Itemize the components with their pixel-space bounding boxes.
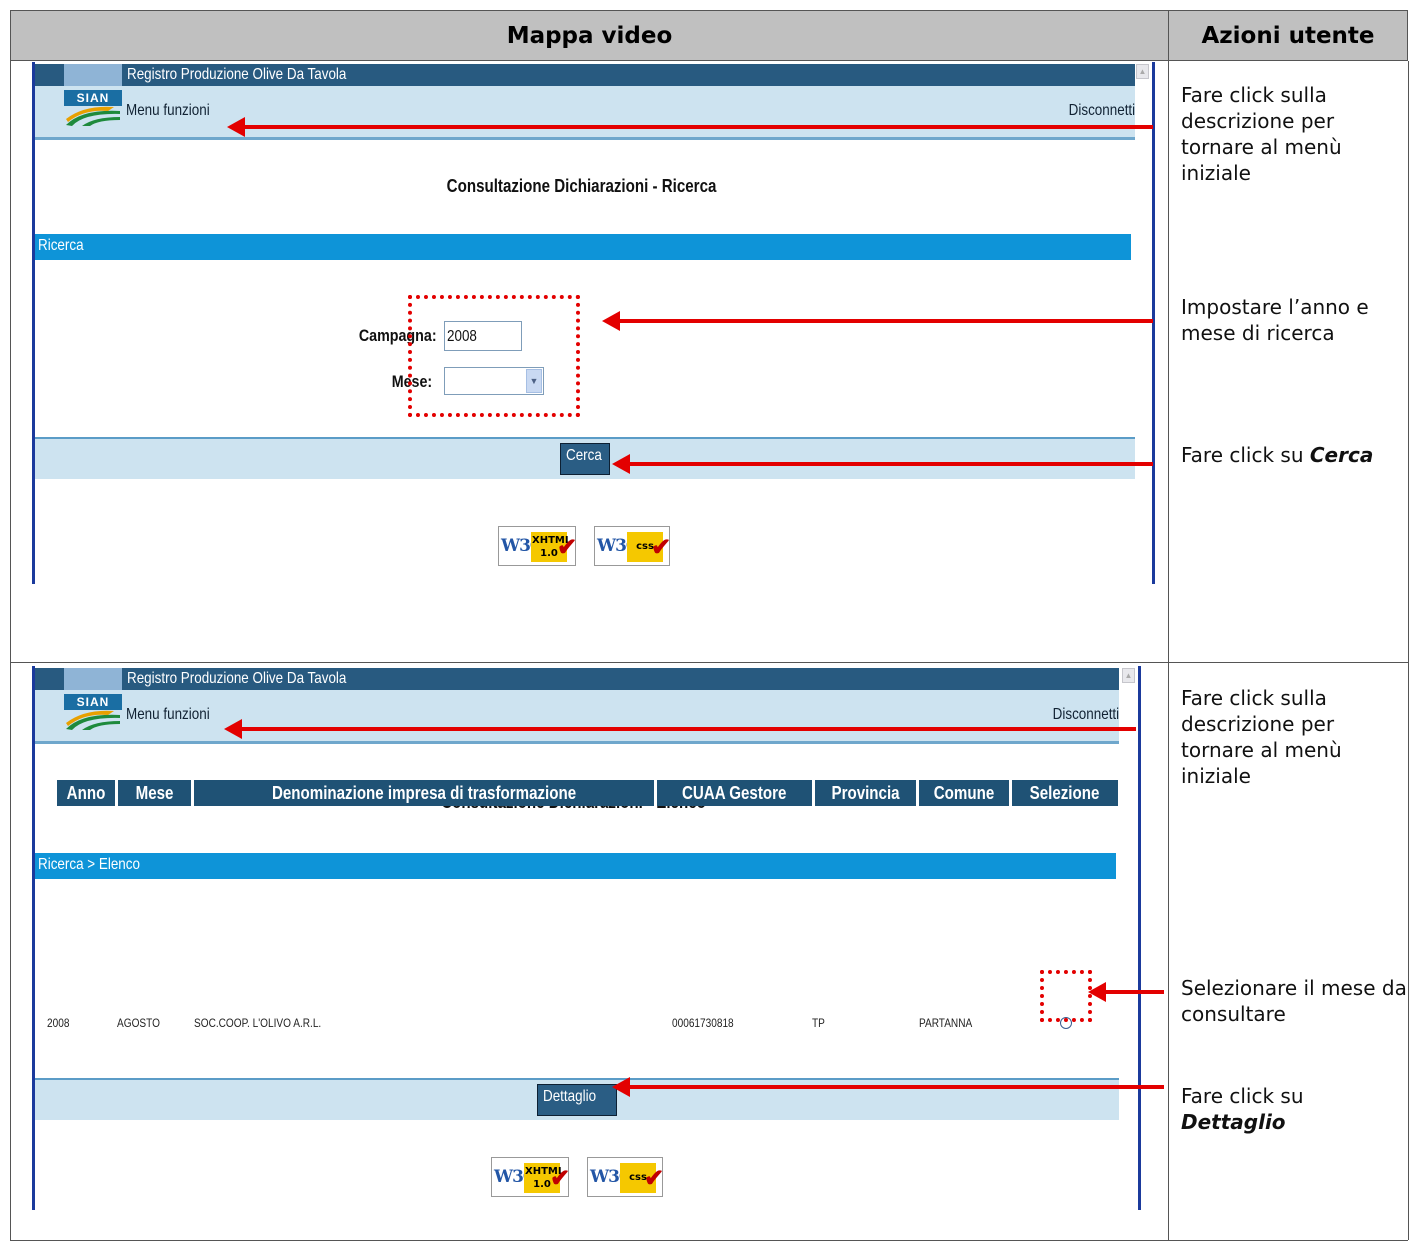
w3c-css-badge[interactable]: W3C css ✔ bbox=[594, 526, 672, 566]
screenshot-ricerca: ▲ Registro Produzione Olive Da Tavola Me… bbox=[32, 62, 1160, 584]
window-edge-right bbox=[1152, 62, 1155, 584]
table-border-middle bbox=[1168, 61, 1169, 1240]
annotation-box-selezione bbox=[1040, 970, 1092, 1022]
logo-top-block bbox=[64, 64, 122, 86]
logo-top-block bbox=[64, 668, 122, 690]
annotation-arrow-selezione bbox=[1088, 982, 1164, 1002]
annotation-arrow-search-fields bbox=[602, 311, 1153, 331]
column-header-cuaa[interactable]: CUAA Gestore bbox=[657, 780, 812, 806]
w3c-xhtml-badge[interactable]: W3C XHTML 1.0 ✔ bbox=[491, 1157, 571, 1197]
scroll-up-button[interactable]: ▲ bbox=[1136, 64, 1149, 79]
table-border-bottom bbox=[10, 1240, 1408, 1241]
app-title: Registro Produzione Olive Da Tavola bbox=[127, 670, 347, 687]
action-text-6: Fare click su Dettaglio bbox=[1181, 1084, 1304, 1134]
column-header-comune[interactable]: Comune bbox=[919, 780, 1009, 806]
app-title: Registro Produzione Olive Da Tavola bbox=[127, 66, 347, 83]
disconnetti-link[interactable]: Disconnetti bbox=[1069, 102, 1135, 120]
sian-logo: SIAN bbox=[64, 90, 122, 126]
cell-provincia: TP bbox=[812, 1016, 825, 1030]
w3c-xhtml-badge[interactable]: W3C XHTML 1.0 ✔ bbox=[498, 526, 578, 566]
sian-logo: SIAN bbox=[64, 694, 122, 730]
page: Mappa video Azioni utente ▲ Registro Pro… bbox=[0, 0, 1418, 1250]
disconnetti-link[interactable]: Disconnetti bbox=[1053, 706, 1119, 724]
table-row-divider bbox=[10, 662, 1408, 663]
annotation-arrow-menu bbox=[227, 117, 1153, 137]
cell-cuaa: 00061730818 bbox=[672, 1016, 734, 1030]
page-title: Consultazione Dichiarazioni - Ricerca bbox=[447, 176, 717, 196]
menu-bar: Menu funzioni Disconnetti bbox=[35, 690, 1119, 744]
breadcrumb-bar: Ricerca bbox=[35, 234, 1131, 260]
breadcrumb: Ricerca bbox=[38, 237, 84, 254]
action-text-3: Fare click su Cerca bbox=[1181, 443, 1374, 467]
check-icon: ✔ bbox=[644, 1165, 665, 1192]
menu-funzioni-link[interactable]: Menu funzioni bbox=[126, 102, 210, 120]
check-icon: ✔ bbox=[550, 1165, 571, 1192]
window-edge-left bbox=[32, 62, 35, 584]
scroll-up-button[interactable]: ▲ bbox=[1122, 668, 1135, 683]
cerca-button[interactable]: Cerca bbox=[560, 443, 610, 475]
app-title-bar: Registro Produzione Olive Da Tavola bbox=[35, 668, 1119, 690]
table-border-left bbox=[10, 61, 11, 1240]
cell-denominazione: SOC.COOP. L'OLIVO A.R.L. bbox=[194, 1016, 322, 1030]
action-text-1: Fare click sulla descrizione per tornare… bbox=[1181, 83, 1342, 185]
window-edge-left bbox=[32, 666, 35, 1210]
app-title-bar: Registro Produzione Olive Da Tavola bbox=[35, 64, 1135, 86]
check-icon: ✔ bbox=[557, 534, 578, 561]
menu-funzioni-link[interactable]: Menu funzioni bbox=[126, 706, 210, 724]
screenshot-elenco: ▲ Registro Produzione Olive Da Tavola Me… bbox=[32, 666, 1160, 1210]
column-header-anno[interactable]: Anno bbox=[57, 780, 115, 806]
column-header-denominazione[interactable]: Denominazione impresa di trasformazione bbox=[194, 780, 654, 806]
column-header-mese[interactable]: Mese bbox=[118, 780, 191, 806]
cell-comune: PARTANNA bbox=[919, 1016, 973, 1030]
action-text-5: Selezionare il mese da consultare bbox=[1181, 976, 1407, 1026]
w3c-css-badge[interactable]: W3C css ✔ bbox=[587, 1157, 665, 1197]
header-mappa-video: Mappa video bbox=[10, 10, 1169, 61]
sian-logo-text: SIAN bbox=[64, 694, 122, 710]
sian-logo-icon bbox=[66, 106, 120, 126]
annotation-arrow-cerca bbox=[612, 454, 1153, 474]
breadcrumb-bar: Ricerca > Elenco bbox=[35, 853, 1116, 879]
cell-anno: 2008 bbox=[47, 1016, 70, 1030]
table-border-right bbox=[1408, 61, 1409, 1240]
header-azioni-utente: Azioni utente bbox=[1168, 10, 1408, 61]
window-edge-right bbox=[1138, 666, 1141, 1210]
action-text-4: Fare click sulla descrizione per tornare… bbox=[1181, 686, 1342, 788]
column-header-selezione[interactable]: Selezione bbox=[1012, 780, 1118, 806]
breadcrumb: Ricerca > Elenco bbox=[38, 856, 140, 873]
check-icon: ✔ bbox=[651, 534, 672, 561]
column-header-provincia[interactable]: Provincia bbox=[815, 780, 916, 806]
annotation-box-search-fields bbox=[408, 295, 580, 417]
annotation-arrow-dettaglio bbox=[612, 1077, 1164, 1097]
annotation-arrow-menu bbox=[224, 719, 1136, 739]
menu-bar: Menu funzioni Disconnetti bbox=[35, 86, 1135, 140]
button-bar: Cerca bbox=[35, 437, 1135, 479]
sian-logo-icon bbox=[66, 710, 120, 730]
sian-logo-text: SIAN bbox=[64, 90, 122, 106]
cell-mese: AGOSTO bbox=[117, 1016, 160, 1030]
dettaglio-button[interactable]: Dettaglio bbox=[537, 1084, 617, 1116]
action-text-2: Impostare l’anno e mese di ricerca bbox=[1181, 295, 1369, 345]
